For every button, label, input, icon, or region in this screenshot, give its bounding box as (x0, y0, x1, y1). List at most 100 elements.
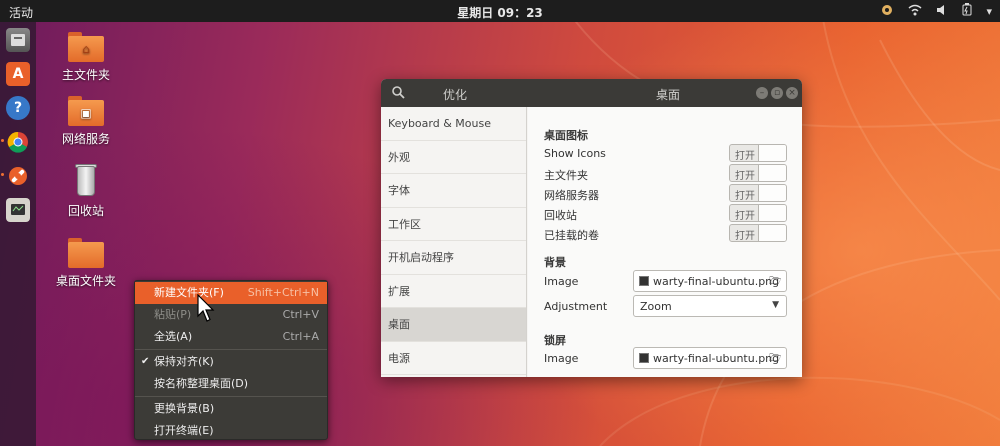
menu-separator (135, 349, 327, 350)
field-label: Adjustment (544, 300, 608, 313)
field-label: Image (544, 352, 579, 365)
desktop-icon-label: 主文件夹 (61, 68, 110, 82)
chrome-icon[interactable] (6, 130, 30, 154)
tweaks-icon[interactable] (6, 164, 30, 188)
menu-separator (135, 396, 327, 397)
volume-icon[interactable] (936, 4, 948, 19)
system-monitor-icon[interactable] (6, 198, 30, 222)
switch-state: 打开 (735, 191, 755, 202)
menu-item-keep-aligned[interactable]: ✔ 保持对齐(K) (135, 351, 327, 373)
menu-item-open-terminal[interactable]: 打开终端(E) (135, 420, 327, 442)
desktop-folder-icon (68, 236, 104, 268)
window-title: 桌面 (656, 88, 681, 102)
desktop-icon-label: 网络服务 (61, 132, 110, 146)
section-title-lock-screen: 锁屏 (544, 334, 566, 347)
desktop-icon-label: 回收站 (67, 204, 104, 218)
help-glyph: ? (13, 100, 23, 116)
menu-item-select-all[interactable]: 全选(A) Ctrl+A (135, 326, 327, 348)
trash-switch[interactable]: 打开 (729, 204, 787, 222)
menu-item-change-background[interactable]: 更换背景(B) (135, 398, 327, 420)
dropdown-value: Zoom (640, 300, 672, 313)
switch-state: 打开 (735, 231, 755, 242)
help-icon[interactable]: ? (6, 96, 30, 120)
sidebar-item-extensions[interactable]: 扩展 (381, 275, 526, 308)
desktop-settings-panel: 桌面图标 Show Icons 打开 主文件夹 打开 网络服务器 打开 回收站 … (528, 107, 802, 377)
keyboard-input-icon[interactable] (880, 4, 894, 19)
desktop-icon-network[interactable]: ▣ 网络服务 (51, 94, 121, 147)
battery-icon[interactable] (962, 3, 972, 19)
switch-state: 打开 (735, 211, 755, 222)
close-icon[interactable]: × (786, 87, 798, 99)
sidebar: Keyboard & Mouse 外观 字体 工作区 开机启动程序 扩展 桌面 … (381, 107, 527, 377)
dock: A ? (0, 22, 36, 446)
menu-item-label: 按名称整理桌面(D) (154, 377, 249, 390)
section-title-background: 背景 (544, 256, 566, 269)
desktop-context-menu: 新建文件夹(F) Shift+Ctrl+N 粘贴(P) Ctrl+V 全选(A)… (134, 280, 328, 440)
mounted-volumes-switch[interactable]: 打开 (729, 224, 787, 242)
desktop-icon-desktop-folder[interactable]: 桌面文件夹 (51, 236, 121, 289)
mouse-pointer-icon (197, 294, 215, 322)
menu-item-accel: Ctrl+A (282, 330, 319, 343)
app-title: 优化 (443, 88, 468, 102)
desktop-icon-label: 桌面文件夹 (55, 274, 116, 288)
network-servers-switch[interactable]: 打开 (729, 184, 787, 202)
desktop-icon-home[interactable]: ⌂ 主文件夹 (51, 30, 121, 83)
network-folder-icon: ▣ (68, 94, 104, 126)
switch-state: 打开 (735, 151, 755, 162)
network-icon[interactable] (908, 4, 922, 19)
menu-item-new-folder[interactable]: 新建文件夹(F) Shift+Ctrl+N (135, 282, 327, 304)
system-tray: ▾ (880, 3, 992, 19)
sidebar-item-workspaces[interactable]: 工作区 (381, 208, 526, 241)
system-menu-caret-icon[interactable]: ▾ (986, 5, 992, 18)
show-icons-switch[interactable]: 打开 (729, 144, 787, 162)
menu-item-organize-by-name[interactable]: 按名称整理桌面(D) (135, 373, 327, 395)
image-file-icon (639, 276, 649, 286)
toggle-label: 网络服务器 (544, 189, 599, 202)
open-file-icon[interactable]: 🗁 (769, 351, 782, 364)
menu-item-paste[interactable]: 粘贴(P) Ctrl+V (135, 304, 327, 326)
toggle-label: 已挂载的卷 (544, 229, 599, 242)
switch-state: 打开 (735, 171, 755, 182)
menu-item-accel: Shift+Ctrl+N (247, 286, 319, 299)
sidebar-item-startup-apps[interactable]: 开机启动程序 (381, 241, 526, 275)
menu-item-label: 粘贴(P) (154, 308, 192, 321)
desktop-icon-trash[interactable]: 回收站 (51, 164, 121, 219)
software-center-icon[interactable]: A (6, 62, 30, 86)
menu-item-label: 打开终端(E) (154, 424, 214, 437)
menu-item-label: 保持对齐(K) (154, 355, 214, 368)
sidebar-item-power[interactable]: 电源 (381, 342, 526, 375)
software-center-glyph: A (12, 66, 24, 82)
home-folder-icon: ⌂ (68, 30, 104, 62)
chevron-down-icon: ▼ (772, 300, 779, 310)
field-label: Image (544, 275, 579, 288)
image-file-icon (639, 353, 649, 363)
top-bar: 活动 星期日 09：23 ▾ (0, 0, 1000, 22)
window-header: 优化 桌面 – ▫ × (381, 79, 802, 107)
home-folder-switch[interactable]: 打开 (729, 164, 787, 182)
minimize-icon[interactable]: – (756, 87, 768, 99)
running-indicator (1, 139, 4, 142)
sidebar-item-desktop[interactable]: 桌面 (381, 308, 526, 342)
toggle-label: 主文件夹 (544, 169, 588, 182)
chooser-value: warty-final-ubuntu.png (653, 275, 780, 288)
toggle-label: Show Icons (544, 147, 606, 160)
chooser-value: warty-final-ubuntu.png (653, 352, 780, 365)
lock-image-chooser[interactable]: warty-final-ubuntu.png 🗁 (633, 347, 787, 369)
maximize-icon[interactable]: ▫ (771, 87, 783, 99)
background-image-chooser[interactable]: warty-final-ubuntu.png 🗁 (633, 270, 787, 292)
adjustment-dropdown[interactable]: Zoom ▼ (633, 295, 787, 317)
clock[interactable]: 星期日 09：23 (0, 4, 1000, 21)
sidebar-item-fonts[interactable]: 字体 (381, 174, 526, 208)
search-icon[interactable] (391, 85, 405, 99)
menu-item-label: 全选(A) (154, 330, 193, 343)
open-file-icon[interactable]: 🗁 (769, 274, 782, 287)
menu-item-accel: Ctrl+V (282, 308, 319, 321)
sidebar-item-keyboard-mouse[interactable]: Keyboard & Mouse (381, 107, 526, 141)
sidebar-item-appearance[interactable]: 外观 (381, 141, 526, 174)
menu-item-label: 更换背景(B) (154, 402, 215, 415)
trash-icon (68, 164, 104, 198)
files-icon[interactable] (6, 28, 30, 52)
toggle-label: 回收站 (544, 209, 577, 222)
running-indicator (1, 173, 4, 176)
section-title-desktop-icons: 桌面图标 (544, 129, 588, 142)
